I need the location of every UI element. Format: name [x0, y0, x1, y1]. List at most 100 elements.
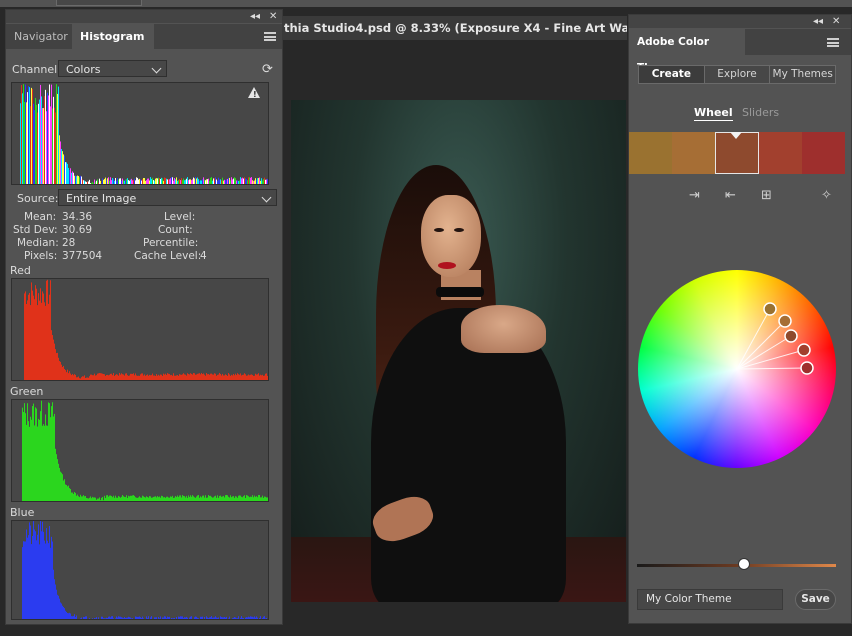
histogram-bar [65, 162, 66, 184]
add-from-background-icon[interactable]: ⇤ [725, 188, 736, 204]
blue-channel-label: Blue [10, 506, 35, 519]
histogram-bar [214, 617, 215, 619]
histogram-bar [28, 86, 29, 184]
tab-navigator[interactable]: Navigator [6, 24, 78, 49]
swatch-2[interactable] [671, 132, 715, 174]
collapse-icon[interactable]: ◂◂ [813, 15, 823, 28]
histogram-bar [263, 179, 264, 184]
histogram-bar [45, 89, 46, 184]
mean-label: Mean: [24, 211, 57, 223]
histogram-bar [186, 616, 187, 619]
histogram-bar [256, 374, 257, 380]
histogram-bar [134, 375, 135, 380]
histogram-bar [185, 179, 186, 184]
histogram-bar [56, 84, 57, 184]
photo-eye-right [454, 228, 464, 232]
histogram-bar [178, 180, 179, 184]
swatch-5[interactable] [802, 132, 845, 174]
close-icon[interactable]: ✕ [269, 10, 277, 23]
histogram-bar [225, 495, 226, 501]
histogram-bar [42, 425, 43, 501]
histogram-bar [33, 103, 34, 184]
histogram-bar [99, 497, 100, 501]
histogram-bar [256, 179, 257, 184]
histogram-bar [135, 616, 136, 619]
histogram-bar [24, 101, 25, 184]
histogram-bar [76, 495, 77, 501]
histogram-bar [50, 280, 51, 380]
image-canvas[interactable] [291, 100, 626, 602]
histogram-bar [240, 495, 241, 501]
histogram-bar [127, 617, 128, 619]
theme-name-input[interactable]: My Color Theme [637, 589, 783, 610]
histogram-bar [245, 497, 246, 501]
histogram-bar [251, 177, 252, 184]
subtab-wheel[interactable]: Wheel [694, 106, 733, 121]
histogram-panel: ◂◂ ✕ Navigator Histogram Channel: Colors… [5, 9, 283, 625]
histogram-bar [135, 373, 136, 380]
histogram-bar [38, 524, 39, 619]
color-wheel[interactable] [637, 269, 837, 469]
histogram-bar [157, 375, 158, 380]
histogram-bar [212, 374, 213, 380]
histogram-bar [60, 361, 61, 380]
histogram-bar [248, 177, 249, 184]
histogram-bar [55, 349, 56, 380]
histogram-bar [201, 372, 202, 380]
histogram-bar [249, 497, 250, 501]
brightness-slider-track[interactable] [637, 564, 836, 567]
save-button[interactable]: Save [795, 589, 836, 610]
histogram-bar [139, 616, 140, 619]
histogram-bar [89, 376, 90, 380]
histogram-bar [58, 595, 59, 619]
tab-adobe-color-themes[interactable]: Adobe Color Themes [629, 29, 745, 74]
segment-create[interactable]: Create [639, 66, 704, 83]
histogram-bar [206, 373, 207, 380]
histogram-bar [201, 180, 202, 184]
histogram-bar [201, 616, 202, 619]
histogram-bar [143, 618, 144, 619]
segment-explore[interactable]: Explore [703, 66, 770, 83]
add-from-foreground-icon[interactable]: ⇥ [689, 188, 700, 204]
histogram-bar [108, 375, 109, 380]
histogram-bar [223, 495, 224, 501]
color-harmony-icon[interactable]: ✧ [821, 188, 832, 204]
histogram-bar [198, 618, 199, 619]
histogram-bar [126, 495, 127, 501]
histogram-bar [221, 496, 222, 501]
histogram-bar [174, 375, 175, 380]
source-select[interactable]: Entire Image [58, 189, 277, 206]
histogram-bar [155, 496, 156, 501]
histogram-bar [161, 177, 162, 184]
grid-add-icon[interactable]: ⊞ [761, 188, 772, 204]
top-bar-button[interactable] [56, 0, 142, 6]
histogram-bar [82, 496, 83, 501]
histogram-bar [168, 617, 169, 619]
collapse-icon[interactable]: ◂◂ [250, 10, 260, 23]
histogram-bar [133, 179, 134, 184]
document-tab[interactable]: thia Studio4.psd @ 8.33% (Exposure X4 - … [282, 16, 627, 40]
tab-histogram[interactable]: Histogram [72, 24, 154, 49]
histogram-bar [44, 96, 45, 184]
histogram-bar [149, 496, 150, 501]
histogram-bar [255, 617, 256, 619]
brightness-slider-handle[interactable] [738, 558, 751, 570]
close-icon[interactable]: ✕ [832, 15, 840, 28]
histogram-bar [69, 488, 70, 501]
refresh-icon[interactable]: ⟳ [262, 62, 273, 77]
subtab-sliders[interactable]: Sliders [742, 106, 779, 120]
panel-menu-icon[interactable] [827, 38, 839, 47]
histogram-bar [253, 617, 254, 619]
segment-my-themes[interactable]: My Themes [769, 66, 835, 83]
wheel-handle-3 [784, 329, 798, 343]
histogram-bar [93, 375, 94, 380]
swatch-1[interactable] [629, 132, 672, 174]
histogram-bar [195, 497, 196, 501]
histogram-bar [162, 178, 163, 184]
swatch-4[interactable] [759, 132, 803, 174]
histogram-bar [246, 495, 247, 501]
histogram-bar [66, 162, 67, 184]
histogram-bar [166, 374, 167, 380]
panel-menu-icon[interactable] [264, 32, 276, 41]
channel-select[interactable]: Colors [58, 60, 167, 77]
